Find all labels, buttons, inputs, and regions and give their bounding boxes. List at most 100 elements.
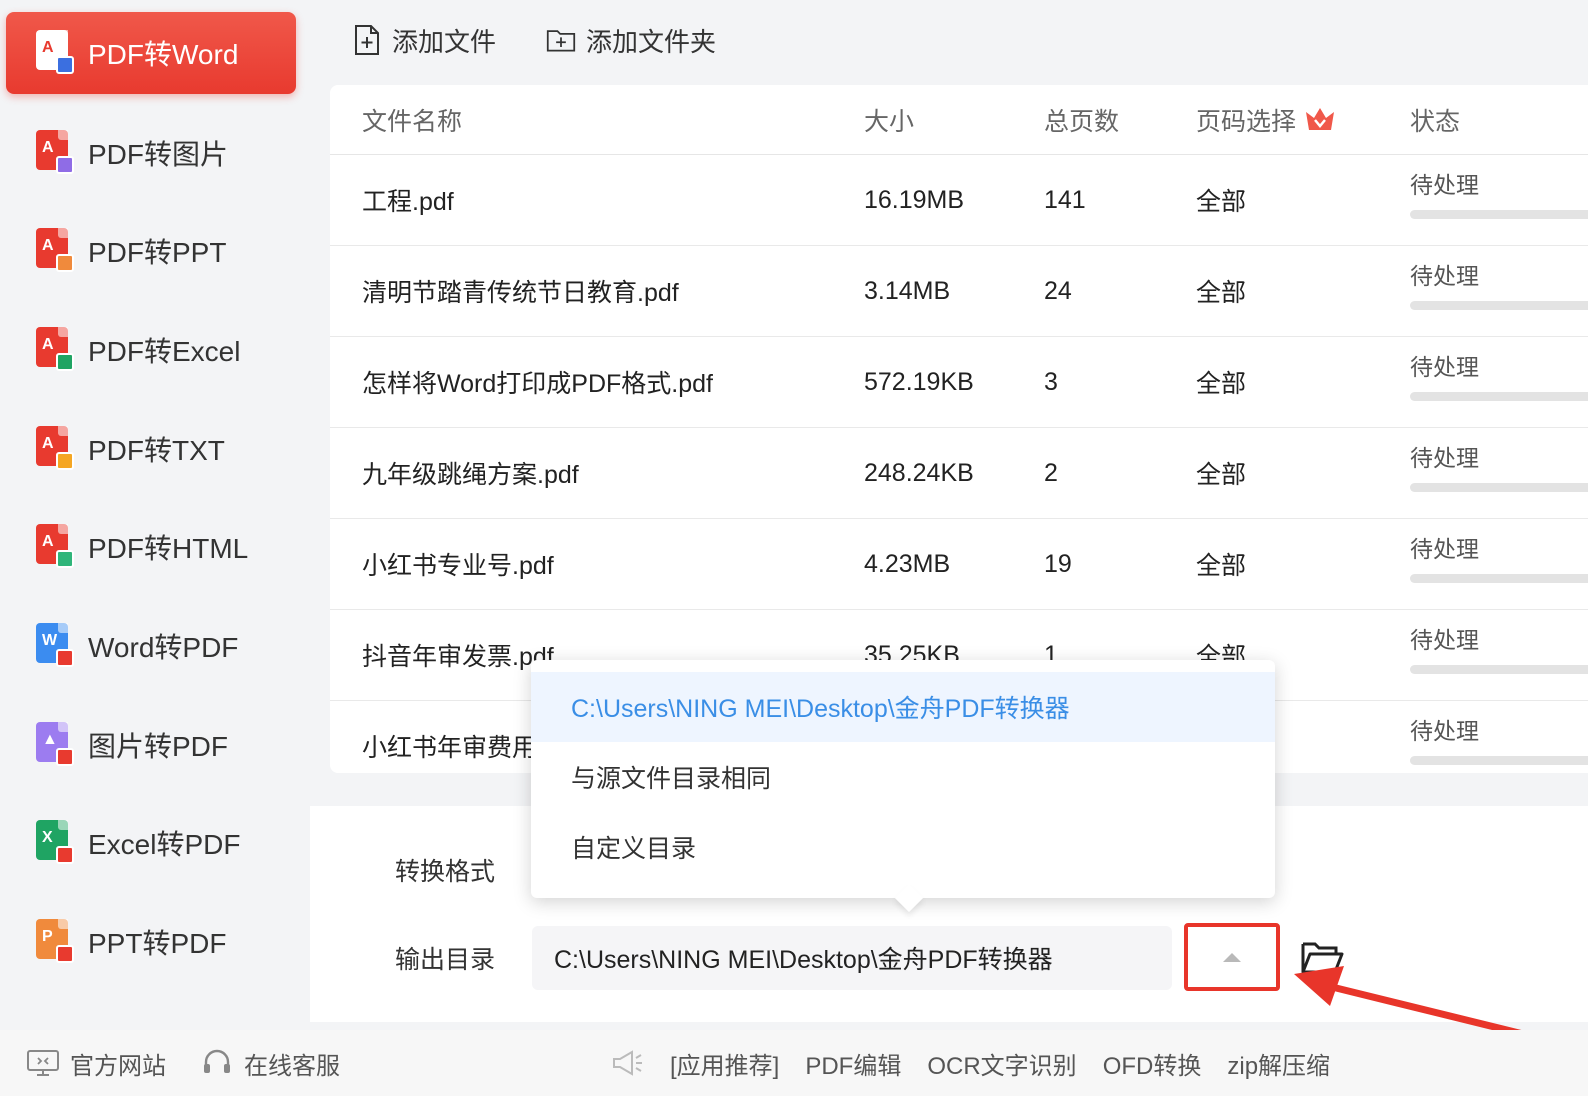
footer-link-zip[interactable]: zip解压缩 bbox=[1227, 1046, 1330, 1081]
progress-bar bbox=[1410, 573, 1588, 583]
official-website-link[interactable]: 官方网站 bbox=[26, 1046, 166, 1081]
pdf-file-icon: A bbox=[36, 130, 74, 176]
sidebar-item-pdf-to-html[interactable]: A PDF转HTML bbox=[6, 506, 296, 588]
sidebar-item-ppt-to-pdf[interactable]: P PPT转PDF bbox=[6, 901, 296, 983]
app-recommend-label: [应用推荐] bbox=[670, 1052, 780, 1080]
ppt-file-icon: P bbox=[36, 919, 74, 965]
cell-file-name: 怎样将Word打印成PDF格式.pdf bbox=[362, 370, 713, 398]
cell-status: 待处理 bbox=[1410, 511, 1588, 601]
progress-bar bbox=[1410, 755, 1588, 765]
header-status: 状态 bbox=[1410, 107, 1461, 136]
sidebar-item-excel-to-pdf[interactable]: X Excel转PDF bbox=[6, 802, 296, 884]
sidebar-item-pdf-to-ppt[interactable]: A PDF转PPT bbox=[6, 210, 296, 292]
table-row[interactable]: 清明节踏青传统节日教育.pdf 3.14MB 24 全部 待处理 bbox=[330, 246, 1588, 337]
progress-bar bbox=[1410, 209, 1588, 219]
cell-pages: 3 bbox=[1044, 367, 1058, 396]
header-page-range-label: 页码选择 bbox=[1196, 107, 1297, 136]
header-pages: 总页数 bbox=[1044, 107, 1120, 136]
cell-page-range[interactable]: 全部 bbox=[1196, 155, 1246, 245]
progress-bar bbox=[1410, 482, 1588, 492]
cell-file-name: 抖音年审发票.pdf bbox=[362, 643, 554, 671]
cell-page-range[interactable]: 全部 bbox=[1196, 428, 1246, 518]
sidebar-item-pdf-to-word[interactable]: A PDF转Word bbox=[6, 12, 296, 94]
footer-link-ofd[interactable]: OFD转换 bbox=[1103, 1046, 1202, 1081]
format-label: 转换格式 bbox=[395, 858, 496, 886]
dropdown-option-custom-dir[interactable]: 自定义目录 bbox=[531, 812, 1275, 882]
add-file-button[interactable]: 添加文件 bbox=[352, 22, 496, 59]
table-row[interactable]: 工程.pdf 16.19MB 141 全部 待处理 bbox=[330, 155, 1588, 246]
status-text: 待处理 bbox=[1410, 535, 1479, 562]
status-text: 待处理 bbox=[1410, 626, 1479, 653]
word-file-icon: W bbox=[36, 623, 74, 669]
header-size: 大小 bbox=[864, 107, 915, 136]
image-file-icon: ▲ bbox=[36, 722, 74, 768]
status-text: 待处理 bbox=[1410, 717, 1479, 744]
output-dir-label: 输出目录 bbox=[395, 946, 496, 974]
toolbar: 添加文件 添加文件夹 bbox=[330, 0, 1588, 80]
sidebar-item-pdf-to-excel[interactable]: A PDF转Excel bbox=[6, 309, 296, 391]
online-support-link[interactable]: 在线客服 bbox=[200, 1046, 340, 1081]
add-file-icon bbox=[355, 25, 379, 55]
cell-size: 3.14MB bbox=[864, 276, 951, 305]
official-website-label: 官方网站 bbox=[70, 1052, 166, 1080]
sidebar-item-label: PDF转Excel bbox=[88, 336, 241, 367]
table-row[interactable]: 九年级跳绳方案.pdf 248.24KB 2 全部 待处理 bbox=[330, 428, 1588, 519]
progress-bar bbox=[1410, 391, 1588, 401]
footer-link-ocr[interactable]: OCR文字识别 bbox=[927, 1046, 1076, 1081]
status-text: 待处理 bbox=[1410, 444, 1479, 471]
caret-up-icon bbox=[1223, 952, 1241, 962]
cell-size: 4.23MB bbox=[864, 549, 951, 578]
cell-status: 待处理 bbox=[1410, 147, 1588, 237]
output-dir-dropdown-toggle[interactable] bbox=[1184, 923, 1280, 991]
cell-file-name: 九年级跳绳方案.pdf bbox=[362, 461, 579, 489]
sidebar-item-label: 图片转PDF bbox=[88, 731, 229, 762]
sidebar-item-word-to-pdf[interactable]: W Word转PDF bbox=[6, 605, 296, 687]
sidebar-item-pdf-to-image[interactable]: A PDF转图片 bbox=[6, 112, 296, 194]
footer-link-pdf-edit[interactable]: PDF编辑 bbox=[805, 1046, 901, 1081]
headset-icon bbox=[204, 1049, 230, 1073]
cell-status: 待处理 bbox=[1410, 420, 1588, 510]
excel-file-icon: X bbox=[36, 820, 74, 866]
status-text: 待处理 bbox=[1410, 353, 1479, 380]
sidebar: A PDF转Word A PDF转图片 A PDF转PPT A PDF转Exce… bbox=[0, 0, 310, 1030]
header-file-name: 文件名称 bbox=[362, 107, 463, 136]
cell-pages: 19 bbox=[1044, 549, 1072, 578]
status-text: 待处理 bbox=[1410, 171, 1479, 198]
cell-size: 16.19MB bbox=[864, 185, 965, 214]
cell-page-range[interactable]: 全部 bbox=[1196, 246, 1246, 336]
add-file-label: 添加文件 bbox=[392, 26, 497, 57]
output-dir-field[interactable]: C:\Users\NING MEI\Desktop\金舟PDF转换器 bbox=[532, 926, 1172, 990]
table-row[interactable]: 小红书专业号.pdf 4.23MB 19 全部 待处理 bbox=[330, 519, 1588, 610]
cell-page-range[interactable]: 全部 bbox=[1196, 519, 1246, 609]
dropdown-option-desktop-path[interactable]: C:\Users\NING MEI\Desktop\金舟PDF转换器 bbox=[531, 672, 1275, 742]
output-dir-value: C:\Users\NING MEI\Desktop\金舟PDF转换器 bbox=[554, 946, 1053, 974]
progress-bar bbox=[1410, 664, 1588, 674]
table-header: 文件名称 大小 总页数 页码选择 状态 bbox=[330, 85, 1588, 155]
cell-status: 待处理 bbox=[1410, 693, 1588, 773]
megaphone-icon bbox=[613, 1050, 642, 1076]
sidebar-item-image-to-pdf[interactable]: ▲ 图片转PDF bbox=[6, 704, 296, 786]
progress-bar bbox=[1410, 300, 1588, 310]
sidebar-item-label: Word转PDF bbox=[88, 632, 239, 663]
sidebar-item-label: PPT转PDF bbox=[88, 928, 227, 959]
cell-size: 248.24KB bbox=[864, 458, 974, 487]
sidebar-item-label: Excel转PDF bbox=[88, 829, 241, 860]
cell-size: 572.19KB bbox=[864, 367, 974, 396]
sidebar-item-label: PDF转TXT bbox=[88, 435, 225, 466]
pdf-file-icon: A bbox=[36, 327, 74, 373]
cell-file-name: 小红书专业号.pdf bbox=[362, 552, 554, 580]
cell-page-range[interactable]: 全部 bbox=[1196, 337, 1246, 427]
sidebar-item-label: PDF转图片 bbox=[88, 139, 229, 170]
pdf-file-icon: A bbox=[36, 228, 74, 274]
pdf-file-icon: A bbox=[36, 426, 74, 472]
sidebar-item-pdf-to-txt[interactable]: A PDF转TXT bbox=[6, 408, 296, 490]
cell-file-name: 工程.pdf bbox=[362, 188, 454, 216]
table-row[interactable]: 怎样将Word打印成PDF格式.pdf 572.19KB 3 全部 待处理 bbox=[330, 337, 1588, 428]
output-dir-dropdown-menu: C:\Users\NING MEI\Desktop\金舟PDF转换器 与源文件目… bbox=[531, 660, 1275, 898]
monitor-icon bbox=[27, 1050, 59, 1076]
add-folder-icon bbox=[546, 30, 576, 52]
add-folder-button[interactable]: 添加文件夹 bbox=[546, 22, 716, 59]
sidebar-item-label: PDF转HTML bbox=[88, 533, 249, 564]
dropdown-option-same-as-source[interactable]: 与源文件目录相同 bbox=[531, 742, 1275, 812]
cell-file-name: 清明节踏青传统节日教育.pdf bbox=[362, 279, 679, 307]
